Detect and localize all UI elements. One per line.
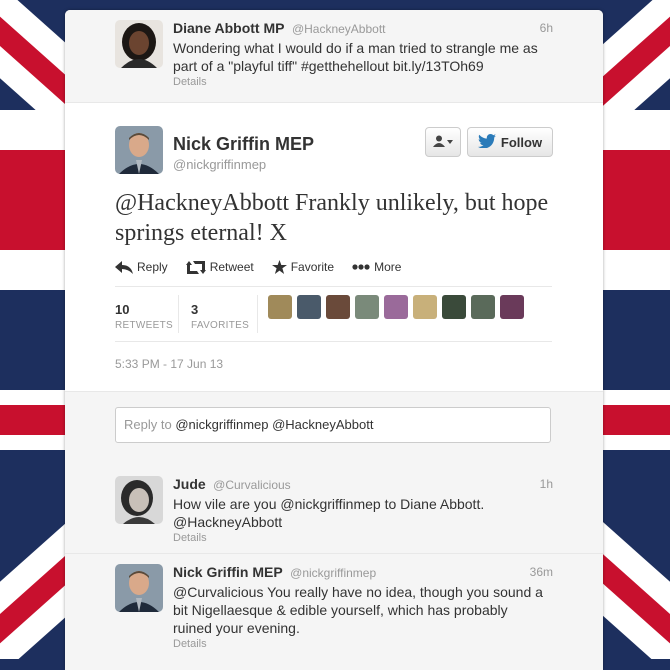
tweet-time[interactable]: 36m <box>530 565 553 579</box>
tweet-header: Nick Griffin MEP @nickgriffinmep <box>173 564 376 582</box>
details-link[interactable]: Details <box>173 638 207 650</box>
tweet-reply-jude[interactable]: Jude @Curvalicious 1h How vile are you @… <box>65 466 603 553</box>
favoriter-avatar[interactable] <box>268 295 292 319</box>
tweet-text-line: @Curvalicious You really have no idea, t… <box>173 584 543 600</box>
favoriter-avatar[interactable] <box>500 295 524 319</box>
retweet-action[interactable]: Retweet <box>185 260 254 274</box>
reply-action[interactable]: Reply <box>115 260 168 274</box>
reply-mentions: @nickgriffinmep @HackneyAbbott <box>175 417 374 432</box>
retweets-stat[interactable]: 10 RETWEETS <box>115 287 177 341</box>
tweet-card: Diane Abbott MP @HackneyAbbott 6h Wonder… <box>65 10 603 670</box>
favorite-label: Favorite <box>290 260 335 274</box>
tweet-text: Wondering what I would do if a man tried… <box>173 39 593 75</box>
tweet-actions: Reply Retweet Favorite More <box>115 260 401 274</box>
hashtag-link[interactable]: #getthehellout <box>301 58 389 74</box>
retweet-icon <box>185 260 206 274</box>
avatar-nick-griffin[interactable] <box>115 564 163 612</box>
retweets-label: RETWEETS <box>115 320 173 331</box>
follow-label: Follow <box>500 134 543 150</box>
user-menu-icon <box>433 135 453 150</box>
tweet-text: @Curvalicious You really have no idea, t… <box>173 583 593 637</box>
reply-label: Reply <box>137 260 168 274</box>
favorites-label: FAVORITES <box>191 320 250 331</box>
stat-divider <box>257 295 258 333</box>
author-handle[interactable]: @Curvalicious <box>213 478 291 492</box>
stat-divider <box>178 295 179 333</box>
tweet-header: Jude @Curvalicious <box>173 476 291 494</box>
tweet-reply-nick-griffin[interactable]: Nick Griffin MEP @nickgriffinmep 36m @Cu… <box>65 554 603 670</box>
favoriter-avatar[interactable] <box>413 295 437 319</box>
user-actions-button[interactable] <box>425 127 461 157</box>
focus-author-name[interactable]: Nick Griffin MEP <box>173 134 314 155</box>
tweet-text: How vile are you @nickgriffinmep to Dian… <box>173 495 593 531</box>
tweet-text-line: ruined your evening. <box>173 620 300 636</box>
favorites-stat[interactable]: 3 FAVORITES <box>191 287 261 341</box>
tweet-time[interactable]: 6h <box>540 21 553 35</box>
author-name[interactable]: Jude <box>173 476 206 492</box>
author-handle[interactable]: @HackneyAbbott <box>292 22 386 36</box>
more-label: More <box>374 260 402 274</box>
twitter-bird-icon <box>477 133 496 151</box>
tweet-text-line: How vile are you @nickgriffinmep to Dian… <box>173 496 485 512</box>
tweet-stats: 10 RETWEETS 3 FAVORITES <box>115 286 552 342</box>
favoriter-avatar[interactable] <box>471 295 495 319</box>
favoriter-avatar[interactable] <box>297 295 321 319</box>
favoriter-avatar[interactable] <box>442 295 466 319</box>
favorite-action[interactable]: Favorite <box>271 260 335 274</box>
tweet-date[interactable]: 5:33 PM - 17 Jun 13 <box>115 357 223 371</box>
details-link[interactable]: Details <box>173 532 207 544</box>
divider <box>65 102 603 103</box>
tweet-header: Diane Abbott MP @HackneyAbbott <box>173 20 386 38</box>
favoriter-avatar[interactable] <box>355 295 379 319</box>
avatar-jude[interactable] <box>115 476 163 524</box>
tweet-text-fragment: part of a "playful tiff" <box>173 58 301 74</box>
author-name[interactable]: Nick Griffin MEP <box>173 564 283 580</box>
favorites-count: 3 <box>191 302 199 317</box>
tweet-text-line: bit Nigellaesque & edible yourself, whic… <box>173 602 508 618</box>
tweet-diane-abbott[interactable]: Diane Abbott MP @HackneyAbbott 6h Wonder… <box>65 10 603 102</box>
retweets-count: 10 <box>115 302 130 317</box>
retweet-label: Retweet <box>209 260 254 274</box>
favoriter-avatar[interactable] <box>326 295 350 319</box>
more-action[interactable]: More <box>352 260 401 274</box>
avatar-nick-griffin[interactable] <box>115 126 163 174</box>
star-icon <box>271 260 287 274</box>
reply-placeholder: Reply to <box>124 417 172 432</box>
avatar-diane-abbott[interactable] <box>115 20 163 68</box>
focus-author-handle[interactable]: @nickgriffinmep <box>173 157 266 172</box>
url-link[interactable]: bit.ly/13TOh69 <box>393 58 484 74</box>
follow-button[interactable]: Follow <box>467 127 553 157</box>
tweet-text-line: Wondering what I would do if a man tried… <box>173 40 538 56</box>
author-handle[interactable]: @nickgriffinmep <box>290 566 376 580</box>
tweet-text-line: part of a "playful tiff" #getthehellout … <box>173 57 593 75</box>
tweet-time[interactable]: 1h <box>540 477 553 491</box>
favoriters-avatars <box>268 295 524 319</box>
tweet-text-line: @HackneyAbbott <box>173 514 283 530</box>
favoriter-avatar[interactable] <box>384 295 408 319</box>
reply-icon <box>115 260 133 274</box>
author-name[interactable]: Diane Abbott MP <box>173 20 284 36</box>
reply-input[interactable]: Reply to @nickgriffinmep @HackneyAbbott <box>115 407 551 443</box>
focus-tweet-text: @HackneyAbbott Frankly unlikely, but hop… <box>115 190 549 246</box>
details-link[interactable]: Details <box>173 76 207 88</box>
ellipsis-icon <box>352 264 370 270</box>
reply-section: Reply to @nickgriffinmep @HackneyAbbott <box>65 391 603 467</box>
